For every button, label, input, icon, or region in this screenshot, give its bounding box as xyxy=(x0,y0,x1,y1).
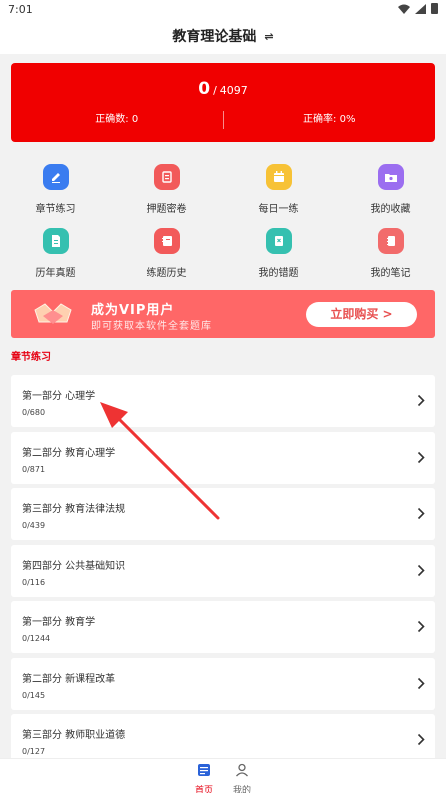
nav-home[interactable]: 首页 xyxy=(189,762,219,793)
status-icons xyxy=(398,3,438,14)
chevron-right-icon xyxy=(417,394,425,407)
subject-switcher[interactable]: 教育理论基础 ⇌ xyxy=(0,18,446,54)
progress-summary: 0/4097 xyxy=(11,79,435,99)
correct-count: 正确数: 0 xyxy=(95,114,139,125)
feature-label: 我的收藏 xyxy=(370,204,411,215)
paper-icon xyxy=(153,164,180,190)
chapter-item[interactable]: 第二部分 新课程改革 0/145 xyxy=(11,658,435,710)
chapter-title: 第一部分 心理学 xyxy=(22,391,96,402)
count-separator: / xyxy=(213,84,217,97)
vip-banner[interactable]: 成为VIP用户 即可获取本软件全套题库 立即购买 > xyxy=(11,290,435,338)
wifi-icon xyxy=(398,4,410,14)
buy-now-button[interactable]: 立即购买 > xyxy=(306,302,417,327)
page-title: 教育理论基础 xyxy=(172,29,257,45)
chevron-right-icon xyxy=(417,733,425,746)
feature-label: 历年真题 xyxy=(35,268,76,279)
vip-title: 成为VIP用户 xyxy=(91,303,175,318)
chapter-title: 第三部分 教师职业道德 xyxy=(22,730,126,741)
chevron-right-icon xyxy=(417,507,425,520)
chapter-progress: 0/127 xyxy=(22,747,46,756)
feature-label: 章节练习 xyxy=(35,204,76,215)
chapter-progress: 0/680 xyxy=(22,408,46,417)
chevron-right-icon xyxy=(417,677,425,690)
chapter-item[interactable]: 第一部分 心理学 0/680 xyxy=(11,375,435,427)
chapter-progress: 0/116 xyxy=(22,578,46,587)
chapter-item[interactable]: 第一部分 教育学 0/1244 xyxy=(11,601,435,653)
feature-label: 押题密卷 xyxy=(146,204,187,215)
feature-label: 每日一练 xyxy=(258,204,299,215)
swap-icon[interactable]: ⇌ xyxy=(264,30,273,43)
total-count: 4097 xyxy=(219,84,248,97)
chapter-progress: 0/871 xyxy=(22,465,46,474)
done-count: 0 xyxy=(198,79,211,99)
chapter-item[interactable]: 第三部分 教育法律法规 0/439 xyxy=(11,488,435,540)
stats-card: 0/4097 正确数: 0 正确率: 0% xyxy=(11,63,435,142)
home-icon xyxy=(198,764,210,776)
section-title: 章节练习 xyxy=(11,352,51,363)
chapter-title: 第一部分 教育学 xyxy=(22,617,96,628)
feature-my-notes[interactable]: 我的笔记 xyxy=(335,228,446,279)
chevron-right-icon xyxy=(417,451,425,464)
nav-label: 首页 xyxy=(194,786,213,793)
chevron-right-icon xyxy=(417,564,425,577)
history-icon xyxy=(153,228,180,254)
notebook-icon xyxy=(377,228,404,254)
vip-subtitle: 即可获取本软件全套题库 xyxy=(91,321,212,332)
edit-icon xyxy=(42,164,69,190)
profile-icon xyxy=(236,763,248,777)
correct-rate: 正确率: 0% xyxy=(303,114,356,125)
nav-profile[interactable]: 我的 xyxy=(227,762,257,793)
chapter-progress: 0/1244 xyxy=(22,634,51,643)
feature-daily-practice[interactable]: 每日一练 xyxy=(223,164,334,215)
feature-mock-papers[interactable]: 押题密卷 xyxy=(111,164,222,215)
wrong-book-icon xyxy=(265,228,292,254)
app-header: 教育理论基础 ⇌ xyxy=(0,18,446,54)
chevron-right-icon xyxy=(417,620,425,633)
status-time: 7:01 xyxy=(8,3,33,16)
chapter-progress: 0/145 xyxy=(22,691,46,700)
calendar-icon xyxy=(265,164,292,190)
feature-label: 练题历史 xyxy=(146,268,187,279)
feature-label: 我的笔记 xyxy=(370,268,411,279)
chapter-item[interactable]: 第二部分 教育心理学 0/871 xyxy=(11,432,435,484)
chapter-title: 第二部分 新课程改革 xyxy=(22,674,116,685)
accuracy-row: 正确数: 0 正确率: 0% xyxy=(11,111,435,129)
feature-wrong-questions[interactable]: 我的错题 xyxy=(223,228,334,279)
feature-favorites[interactable]: 我的收藏 xyxy=(335,164,446,215)
feature-practice-history[interactable]: 练题历史 xyxy=(111,228,222,279)
signal-icon xyxy=(415,3,426,14)
chapter-title: 第三部分 教育法律法规 xyxy=(22,504,126,515)
document-icon xyxy=(42,228,69,254)
nav-label: 我的 xyxy=(232,786,251,793)
feature-chapter-practice[interactable]: 章节练习 xyxy=(0,164,111,215)
feature-label: 我的错题 xyxy=(258,268,299,279)
battery-icon xyxy=(431,3,438,14)
feature-past-exams[interactable]: 历年真题 xyxy=(0,228,111,279)
chapter-title: 第二部分 教育心理学 xyxy=(22,448,116,459)
status-bar: 7:01 xyxy=(0,0,446,18)
crown-gem-icon xyxy=(34,303,72,324)
chapter-item[interactable]: 第四部分 公共基础知识 0/116 xyxy=(11,545,435,597)
chapter-title: 第四部分 公共基础知识 xyxy=(22,561,126,572)
bottom-nav: 首页 我的 xyxy=(0,758,446,793)
chapter-progress: 0/439 xyxy=(22,521,46,530)
folder-star-icon xyxy=(377,164,404,190)
